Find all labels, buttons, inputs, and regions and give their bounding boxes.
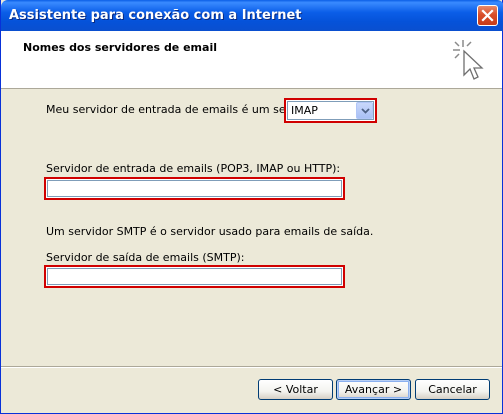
page-title: Nomes dos servidores de email <box>23 41 217 54</box>
incoming-server-input[interactable] <box>47 180 342 197</box>
outgoing-server-label: Servidor de saída de emails (SMTP): <box>46 251 245 264</box>
footer-divider <box>1 366 502 368</box>
incoming-type-value: IMAP <box>291 104 318 117</box>
smtp-note: Um servidor SMTP é o servidor usado para… <box>46 225 374 238</box>
outgoing-server-highlight <box>44 265 345 288</box>
wizard-cursor-icon <box>449 37 489 84</box>
wizard-header: Nomes dos servidores de email <box>1 31 502 89</box>
incoming-type-select[interactable]: IMAP <box>287 101 374 120</box>
wizard-window: Assistente para conexão com a Internet N… <box>0 0 503 414</box>
back-button[interactable]: < Voltar <box>258 379 333 400</box>
incoming-type-label: Meu servidor de entrada de emails é um s… <box>46 103 318 116</box>
incoming-server-label: Servidor de entrada de emails (POP3, IMA… <box>46 162 341 175</box>
incoming-server-highlight <box>44 177 345 200</box>
next-button[interactable]: Avançar > <box>336 379 411 400</box>
dropdown-button[interactable] <box>356 102 373 119</box>
window-title: Assistente para conexão com a Internet <box>9 8 302 23</box>
incoming-type-highlight: IMAP <box>284 98 377 123</box>
title-bar[interactable]: Assistente para conexão com a Internet <box>1 0 503 31</box>
close-button[interactable] <box>477 5 498 26</box>
outgoing-server-input[interactable] <box>47 268 342 285</box>
cancel-button[interactable]: Cancelar <box>415 379 490 400</box>
